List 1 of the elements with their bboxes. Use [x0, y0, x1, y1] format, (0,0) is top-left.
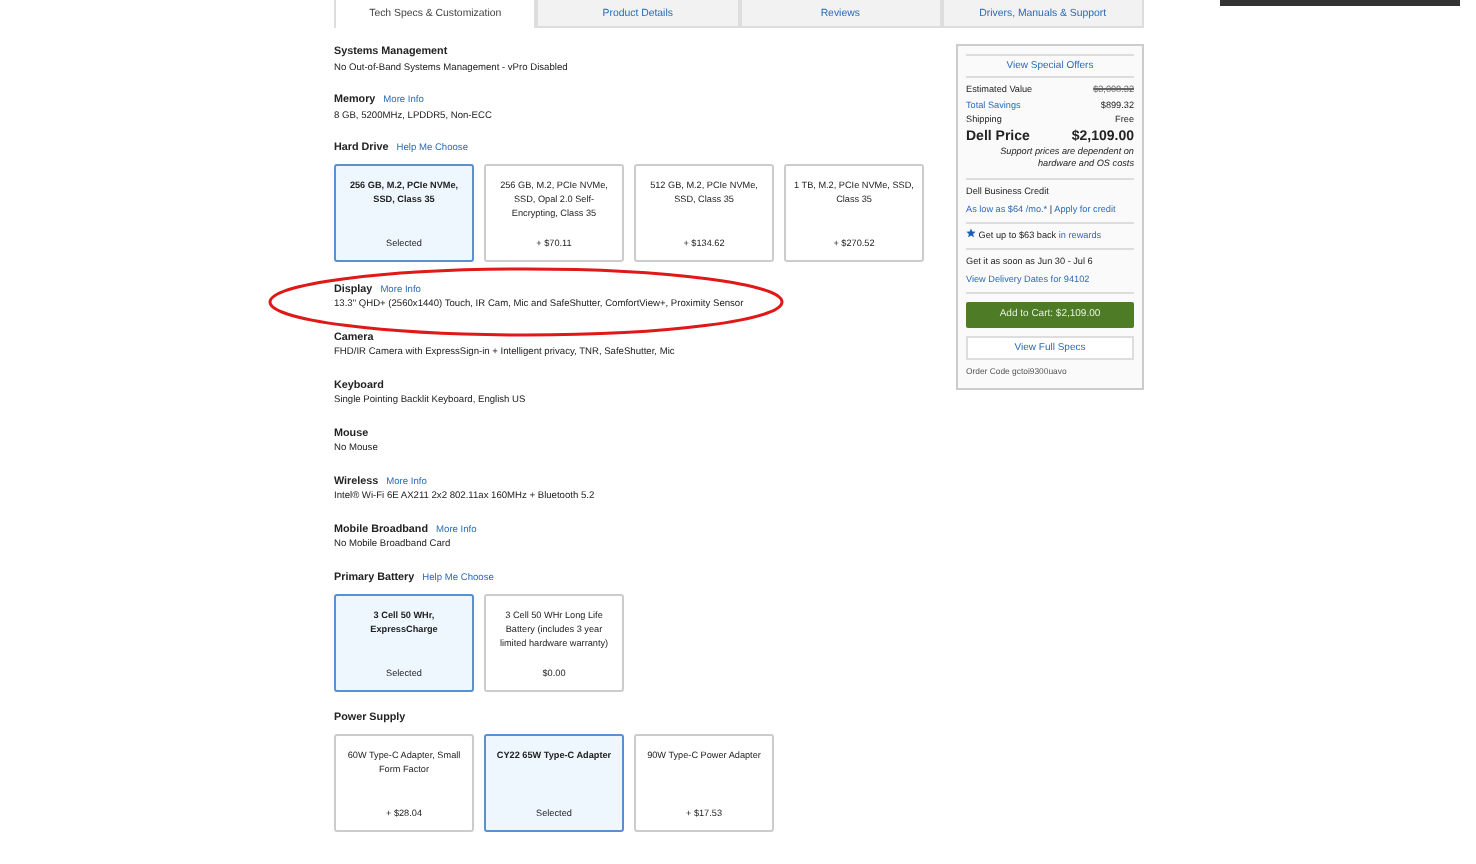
- star-icon: [966, 228, 976, 238]
